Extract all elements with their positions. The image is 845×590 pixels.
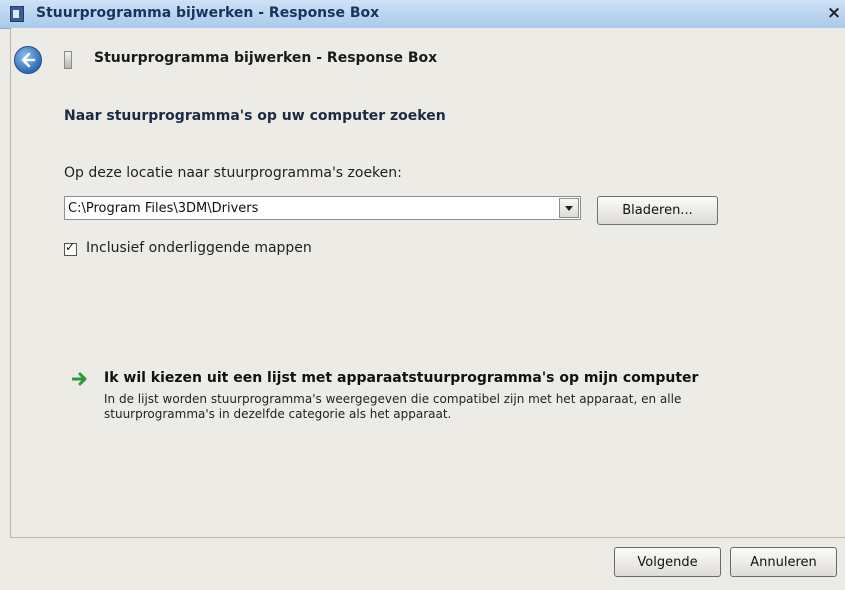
green-arrow-icon xyxy=(72,372,87,386)
wizard-panel xyxy=(10,28,845,538)
browse-button-label: Bladeren... xyxy=(622,203,693,218)
cancel-button-label: Annuleren xyxy=(750,554,817,570)
pick-from-list-link[interactable]: Ik wil kiezen uit een lijst met apparaat… xyxy=(104,370,698,386)
pick-from-list-description: In de lijst worden stuurprogramma's weer… xyxy=(104,392,682,421)
next-button-label: Volgende xyxy=(637,554,698,570)
location-label: Op deze locatie naar stuurprogramma's zo… xyxy=(64,165,402,181)
back-button[interactable] xyxy=(14,46,42,74)
browse-button[interactable]: Bladeren... xyxy=(597,196,718,225)
include-subfolders-checkbox[interactable]: ✓ xyxy=(64,240,77,256)
cancel-button[interactable]: Annuleren xyxy=(730,547,837,577)
next-button[interactable]: Volgende xyxy=(614,547,721,577)
path-input[interactable] xyxy=(68,198,548,218)
device-icon xyxy=(10,6,24,22)
close-button[interactable]: × xyxy=(824,3,844,23)
page-heading: Naar stuurprogramma's op uw computer zoe… xyxy=(64,108,446,124)
wizard-title: Stuurprogramma bijwerken - Response Box xyxy=(94,50,438,66)
path-combobox[interactable] xyxy=(64,196,581,220)
checkmark-icon: ✓ xyxy=(65,240,76,254)
device-icon xyxy=(64,51,72,69)
dropdown-arrow-icon[interactable] xyxy=(559,198,579,218)
window-title: Stuurprogramma bijwerken - Response Box xyxy=(36,5,380,21)
title-bar: Stuurprogramma bijwerken - Response Box … xyxy=(0,0,845,29)
back-arrow-icon xyxy=(21,52,36,68)
include-subfolders-label[interactable]: Inclusief onderliggende mappen xyxy=(86,240,312,256)
